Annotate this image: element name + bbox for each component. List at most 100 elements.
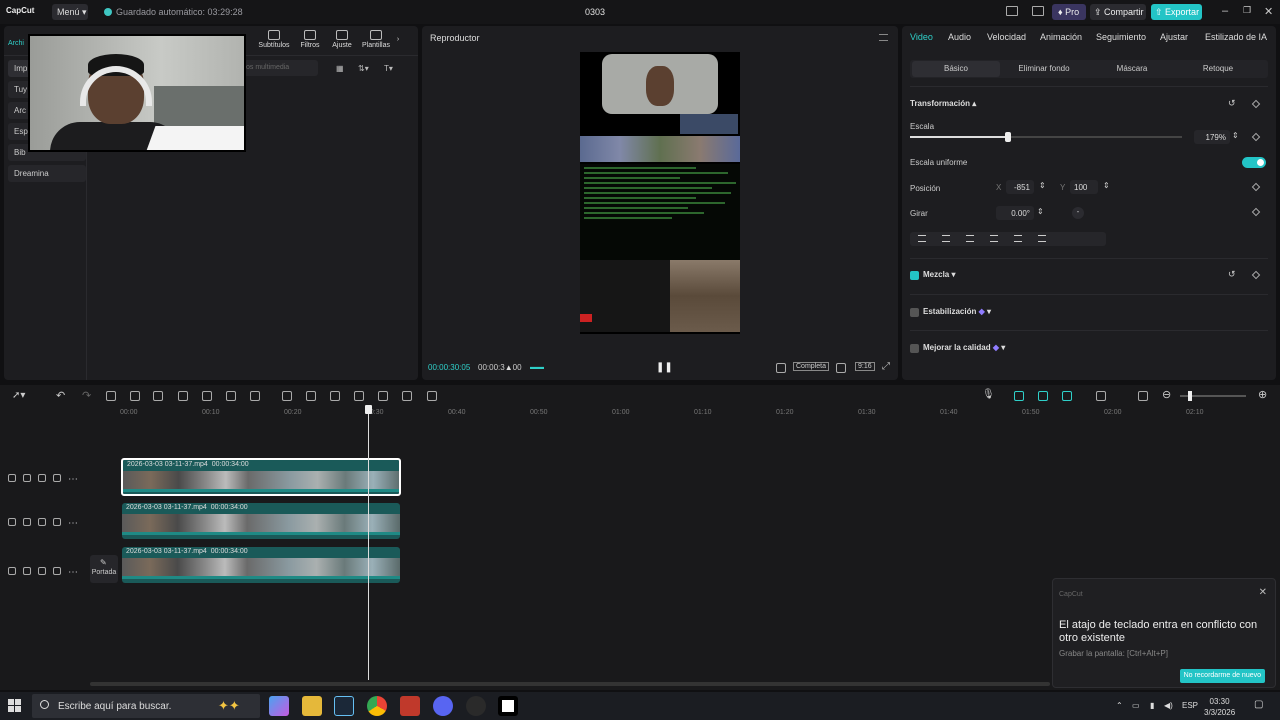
time-ruler[interactable]: 00:00 00:10 00:20 00:30 00:40 00:50 01:0…	[120, 407, 1280, 419]
uniform-scale-toggle[interactable]	[1242, 157, 1266, 168]
eye-icon[interactable]	[38, 474, 46, 482]
cover-button[interactable]: ✎ Portada	[90, 555, 118, 583]
fullscreen-icon[interactable]: ⤢	[882, 361, 890, 372]
rotate-input[interactable]: 0.00°	[996, 206, 1034, 220]
subtab-retoque[interactable]: Retoque	[1174, 64, 1262, 73]
tray-chevron-icon[interactable]: ⌃	[1116, 701, 1123, 710]
dont-remind-button[interactable]: No recordarme de nuevo	[1179, 669, 1265, 683]
tab-estilizado-ia[interactable]: Estilizado de IA	[1205, 32, 1267, 42]
speaker-icon[interactable]	[53, 518, 61, 526]
file-explorer-icon[interactable]	[302, 696, 322, 716]
windows-start-icon[interactable]	[8, 699, 22, 713]
video-clip[interactable]: 2026-03-03 03-11-37.mp4 00:00:34:00	[122, 547, 400, 583]
undo-icon[interactable]: ↶	[56, 389, 65, 402]
align-center-h-icon[interactable]	[942, 235, 950, 242]
crop-icon[interactable]	[776, 363, 786, 373]
reset-icon[interactable]: ↺	[1228, 269, 1236, 280]
split-icon[interactable]	[106, 391, 116, 401]
share-button[interactable]: ⇪ Compartir	[1090, 4, 1146, 20]
pause-button[interactable]: ❚❚	[656, 362, 673, 373]
more-tools-icon[interactable]	[427, 391, 437, 401]
export-button[interactable]: ⇧ Exportar	[1151, 4, 1202, 20]
align-top-icon[interactable]	[990, 235, 998, 242]
minimize-icon[interactable]: –	[1222, 5, 1228, 17]
close-icon[interactable]: ✕	[1264, 5, 1273, 18]
restore-icon[interactable]: ❐	[1243, 5, 1251, 16]
streaming-app-icon[interactable]	[400, 696, 420, 716]
preview-axis-icon[interactable]	[1096, 391, 1106, 401]
stabilize-header[interactable]: Estabilización ◆ ▾	[923, 307, 991, 316]
pos-x-stepper-icon[interactable]: ⇕	[1039, 181, 1046, 190]
capcut-taskbar-icon[interactable]	[498, 696, 518, 716]
volume-icon[interactable]: ◀)	[1164, 701, 1173, 710]
zoom-slider[interactable]	[1180, 391, 1246, 401]
zoom-knob[interactable]	[1188, 391, 1192, 401]
fit-icon[interactable]	[836, 363, 846, 373]
pro-button[interactable]: ♦ Pro	[1052, 4, 1086, 20]
speed-icon[interactable]	[250, 391, 260, 401]
subtab-mascara[interactable]: Máscara	[1088, 64, 1176, 73]
obs-icon[interactable]	[466, 696, 486, 716]
eye-icon[interactable]	[38, 567, 46, 575]
scale-slider[interactable]	[910, 132, 1182, 142]
chrome-icon[interactable]	[367, 696, 387, 716]
taskbar-clock[interactable]: 03:30 3/3/2026	[1204, 696, 1235, 718]
filter-icon[interactable]: T▾	[384, 64, 393, 73]
redo-icon[interactable]: ↷	[82, 389, 91, 402]
mic-tray-icon[interactable]: ▮	[1150, 701, 1154, 710]
copilot-app-icon[interactable]	[269, 696, 289, 716]
video-preview[interactable]	[580, 52, 740, 334]
link-main-icon[interactable]	[1014, 391, 1024, 401]
notification-icon[interactable]: ▢	[1254, 699, 1263, 710]
lock-icon[interactable]	[23, 474, 31, 482]
more-icon[interactable]: ⋯	[68, 567, 78, 578]
align-left-icon[interactable]	[918, 235, 926, 242]
enhance-checkbox[interactable]	[910, 344, 919, 353]
align-bottom-icon[interactable]	[1038, 235, 1046, 242]
more-icon[interactable]: ⋯	[68, 474, 78, 485]
video-clip[interactable]: 2026-03-03 03-11-37.mp4 00:00:34:00	[121, 458, 401, 496]
webcam-overlay[interactable]	[28, 34, 246, 152]
snap-icon[interactable]	[1038, 391, 1048, 401]
speaker-icon[interactable]	[53, 567, 61, 575]
crop-tool-icon[interactable]	[226, 391, 236, 401]
keyframe-icon[interactable]	[1251, 270, 1261, 280]
discord-icon[interactable]	[433, 696, 453, 716]
tab-animacion[interactable]: Animación	[1040, 32, 1082, 42]
transform-header[interactable]: Transformación ▴	[910, 99, 976, 108]
speaker-icon[interactable]	[53, 474, 61, 482]
rotate-stepper-icon[interactable]: ⇕	[1037, 207, 1044, 216]
sidebar-item-dreamina[interactable]: Dreamina	[8, 165, 86, 182]
zoom-out-icon[interactable]: ⊖	[1162, 388, 1171, 401]
enhance-header[interactable]: Mejorar la calidad ◆ ▾	[923, 343, 1005, 352]
freeze-icon[interactable]	[282, 391, 292, 401]
timeline-scrollbar[interactable]	[90, 682, 1050, 686]
blend-header[interactable]: Mezcla ▾	[923, 270, 955, 279]
track-collapse-icon[interactable]	[8, 567, 16, 575]
auto-reframe-icon[interactable]	[330, 391, 340, 401]
zoom-in-icon[interactable]: ⊕	[1258, 388, 1267, 401]
more-tabs-icon[interactable]: ›	[388, 36, 408, 43]
keyframe-icon[interactable]	[1251, 207, 1261, 217]
menu-button[interactable]: Menú ▾	[52, 4, 88, 20]
keyframe-icon[interactable]	[1251, 182, 1261, 192]
network-icon[interactable]: ▭	[1132, 701, 1140, 710]
reverse-icon[interactable]	[306, 391, 316, 401]
taskbar-search[interactable]: Escribe aquí para buscar. ✦✦	[32, 694, 260, 718]
language-indicator[interactable]: ESP	[1182, 701, 1198, 710]
align-right-icon[interactable]	[966, 235, 974, 242]
track-collapse-icon[interactable]	[8, 474, 16, 482]
screenshot-icon[interactable]	[402, 391, 412, 401]
shortcuts-icon[interactable]	[1032, 6, 1044, 16]
tab-seguimiento[interactable]: Seguimiento	[1096, 32, 1146, 42]
subtitle-tool-icon[interactable]	[378, 391, 388, 401]
grid-view-icon[interactable]: ▦	[336, 64, 344, 73]
scale-input[interactable]: 179%	[1194, 130, 1230, 144]
keyframe-icon[interactable]	[1251, 132, 1261, 142]
subtab-basico[interactable]: Básico	[912, 61, 1000, 77]
position-x-input[interactable]: -851	[1006, 180, 1034, 194]
lock-icon[interactable]	[23, 518, 31, 526]
eye-icon[interactable]	[38, 518, 46, 526]
lock-icon[interactable]	[23, 567, 31, 575]
tab-video[interactable]: Video	[910, 32, 933, 42]
